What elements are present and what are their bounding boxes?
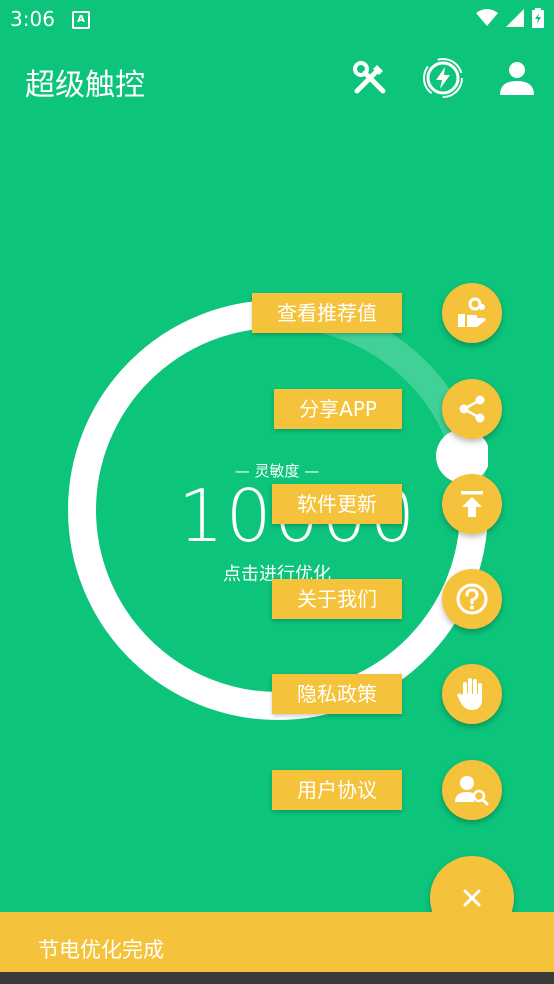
- help-icon: [456, 583, 488, 615]
- tools-icon[interactable]: [348, 56, 392, 100]
- navigation-bar: [0, 972, 554, 984]
- power-boost-icon[interactable]: [421, 56, 465, 100]
- update-button[interactable]: [442, 474, 502, 534]
- status-bar: 3:06 A: [0, 0, 554, 36]
- fab-label-recommend[interactable]: 查看推荐值: [252, 293, 402, 333]
- recommend-button[interactable]: [442, 283, 502, 343]
- agreement-button[interactable]: [442, 760, 502, 820]
- fab-label-privacy[interactable]: 隐私政策: [272, 674, 402, 714]
- snackbar-message: 节电优化完成: [38, 938, 164, 962]
- wifi-icon: [476, 9, 498, 26]
- share-icon: [459, 395, 485, 423]
- hand-icon: [457, 678, 482, 710]
- fab-label-share[interactable]: 分享APP: [274, 389, 402, 429]
- status-icons: [476, 8, 544, 28]
- signal-icon: [506, 9, 524, 27]
- notification-badge: A: [72, 11, 90, 29]
- privacy-button[interactable]: [442, 664, 502, 724]
- upload-icon: [461, 491, 483, 517]
- close-icon: [463, 889, 481, 907]
- app-bar: 超级触控: [0, 36, 554, 122]
- fab-label-about[interactable]: 关于我们: [272, 579, 402, 619]
- recommend-hand-icon: [458, 297, 486, 327]
- battery-icon: [532, 8, 544, 28]
- fab-label-update[interactable]: 软件更新: [272, 484, 402, 524]
- about-button[interactable]: [442, 569, 502, 629]
- user-search-icon: [455, 776, 489, 806]
- account-icon[interactable]: [495, 56, 539, 100]
- app-title: 超级触控: [25, 68, 145, 103]
- status-time: 3:06: [10, 7, 55, 31]
- fab-label-agreement[interactable]: 用户协议: [272, 770, 402, 810]
- share-button[interactable]: [442, 379, 502, 439]
